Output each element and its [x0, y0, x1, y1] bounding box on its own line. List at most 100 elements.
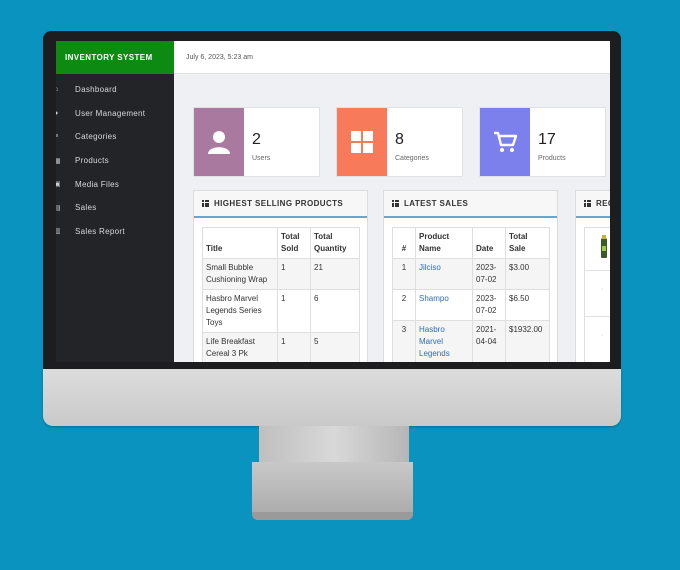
sidebar-item-sales[interactable]: ▤ Sales: [56, 196, 174, 220]
latest-sales-panel: LATEST SALES # Product Name Date Total S…: [383, 190, 558, 362]
total-quantity-cell: 6: [310, 289, 360, 333]
monitor-chin: [43, 369, 621, 426]
stat-products-swatch: [480, 108, 530, 176]
sidebar-item-sales-report[interactable]: ▥ Sales Report: [56, 220, 174, 244]
monitor-stand-neck: [259, 426, 409, 464]
recent-products-list: · ·: [584, 227, 610, 362]
table-row: 3 Hasbro Marvel Legends Series Toys 2021…: [392, 320, 550, 362]
cart-icon: [494, 131, 517, 152]
sidebar-item-dashboard[interactable]: ⌂ Dashboard: [56, 78, 174, 102]
user-icon: ●: [56, 109, 59, 117]
total-quantity-cell: 21: [310, 258, 360, 290]
product-name-cell: Jilciso: [415, 258, 473, 290]
app-screen: INVENTORY SYSTEM ⌂ Dashboard ● User Manage…: [56, 41, 610, 362]
table-row: 2 Shampo 2023-07-02 $6.50: [392, 289, 550, 321]
highest-selling-header: HIGHEST SELLING PRODUCTS: [194, 191, 367, 218]
total-sold-cell: 1: [277, 258, 311, 290]
product-name-cell: Hasbro Marvel Legends Series Toys: [415, 320, 473, 362]
sidebar-nav: ⌂ Dashboard ● User Management ≡ Categories …: [56, 74, 174, 243]
table-row: Hasbro Marvel Legends Series Toys 1 6: [202, 289, 360, 333]
stat-categories-swatch: [337, 108, 387, 176]
sidebar-item-label: Sales: [75, 203, 97, 213]
column-header: Total Sale: [505, 227, 550, 259]
categories-icon: ≡: [56, 133, 59, 141]
highest-selling-panel: HIGHEST SELLING PRODUCTS Title Total Sol…: [193, 190, 368, 362]
date-cell: 2023-07-02: [472, 289, 506, 321]
th-icon: [392, 200, 399, 207]
sidebar-item-products[interactable]: ▦ Products: [56, 149, 174, 173]
panel-title: HIGHEST SELLING PRODUCTS: [214, 199, 344, 208]
column-header: Date: [472, 227, 506, 259]
row-number-cell: 2: [392, 289, 416, 321]
table-row: Life Breakfast Cereal 3 Pk 1 5: [202, 332, 360, 362]
panel-title: LATEST SALES: [404, 199, 469, 208]
sidebar-item-label: User Management: [75, 108, 146, 118]
product-name-cell: Shampo: [415, 289, 473, 321]
image-placeholder-icon: ·: [601, 286, 604, 293]
column-header: Product Name: [415, 227, 473, 259]
stat-users-label: Users: [252, 155, 271, 162]
stat-products-label: Products: [538, 155, 566, 162]
sidebar-item-label: Sales Report: [75, 226, 125, 236]
column-header: Total Quantity: [310, 227, 360, 259]
highest-selling-table: Title Total Sold Total Quantity Small Bu…: [202, 227, 360, 362]
latest-sales-table: # Product Name Date Total Sale 1 Jilciso…: [392, 227, 550, 362]
th-icon: [584, 200, 591, 207]
table-header-row: # Product Name Date Total Sale: [392, 227, 550, 259]
sidebar-item-label: Dashboard: [75, 85, 117, 95]
sidebar: INVENTORY SYSTEM ⌂ Dashboard ● User Manage…: [56, 41, 174, 362]
product-title-cell: Hasbro Marvel Legends Series Toys: [202, 289, 278, 333]
recent-products-header: REC: [576, 191, 610, 218]
stat-categories-label: Categories: [395, 155, 429, 162]
sidebar-item-label: Categories: [75, 132, 117, 142]
header-datetime: July 6, 2023, 5:23 am: [186, 53, 253, 61]
th-icon: [202, 200, 209, 207]
row-number-cell: 3: [392, 320, 416, 362]
total-sale-cell: $3.00: [505, 258, 550, 290]
media-icon: ▣: [56, 181, 61, 189]
column-header: #: [392, 227, 416, 259]
header-bar: July 6, 2023, 5:23 am: [174, 41, 610, 74]
monitor-stand-edge: [252, 512, 413, 520]
user-icon: [208, 131, 230, 154]
home-icon: ⌂: [56, 86, 59, 94]
date-cell: 2023-07-02: [472, 258, 506, 290]
brand-title[interactable]: INVENTORY SYSTEM: [56, 41, 174, 74]
stat-users-count: 2: [252, 131, 261, 148]
total-quantity-cell: 5: [310, 332, 360, 362]
row-number-cell: 1: [392, 258, 416, 290]
product-title-cell: Small Bubble Cushioning Wrap: [202, 258, 278, 290]
sidebar-item-user-management[interactable]: ● User Management: [56, 102, 174, 126]
stat-card-users[interactable]: 2 Users: [193, 107, 320, 177]
total-sold-cell: 1: [277, 332, 311, 362]
date-cell: 2021-04-04: [472, 320, 506, 362]
stat-users-swatch: [194, 108, 244, 176]
grid-icon: [351, 131, 373, 153]
table-header-row: Title Total Sold Total Quantity: [202, 227, 360, 259]
products-icon: ▦: [56, 157, 61, 165]
total-sold-cell: 1: [277, 289, 311, 333]
panel-title: REC: [596, 199, 610, 208]
sidebar-item-label: Products: [75, 156, 109, 166]
stat-products-count: 17: [538, 131, 556, 148]
sidebar-item-media-files[interactable]: ▣ Media Files: [56, 172, 174, 196]
product-link[interactable]: Hasbro Marvel Legends Series Toys: [419, 325, 460, 362]
image-placeholder-icon: ·: [601, 332, 604, 339]
report-icon: ▥: [56, 228, 61, 236]
stat-card-products[interactable]: 17 Products: [479, 107, 606, 177]
sidebar-item-categories[interactable]: ≡ Categories: [56, 125, 174, 149]
product-link[interactable]: Jilciso: [419, 263, 441, 272]
table-row: 1 Jilciso 2023-07-02 $3.00: [392, 258, 550, 290]
total-sale-cell: $6.50: [505, 289, 550, 321]
product-link[interactable]: Shampo: [419, 294, 449, 303]
total-sale-cell: $1932.00: [505, 320, 550, 362]
column-header: Title: [202, 227, 278, 259]
stat-categories-count: 8: [395, 131, 404, 148]
stat-card-categories[interactable]: 8 Categories: [336, 107, 463, 177]
sidebar-item-label: Media Files: [75, 179, 120, 189]
latest-sales-header: LATEST SALES: [384, 191, 557, 218]
product-thumbnail[interactable]: [601, 235, 607, 258]
product-title-cell: Life Breakfast Cereal 3 Pk: [202, 332, 278, 362]
table-row: Small Bubble Cushioning Wrap 1 21: [202, 258, 360, 290]
recent-products-panel: REC · ·: [575, 190, 610, 362]
